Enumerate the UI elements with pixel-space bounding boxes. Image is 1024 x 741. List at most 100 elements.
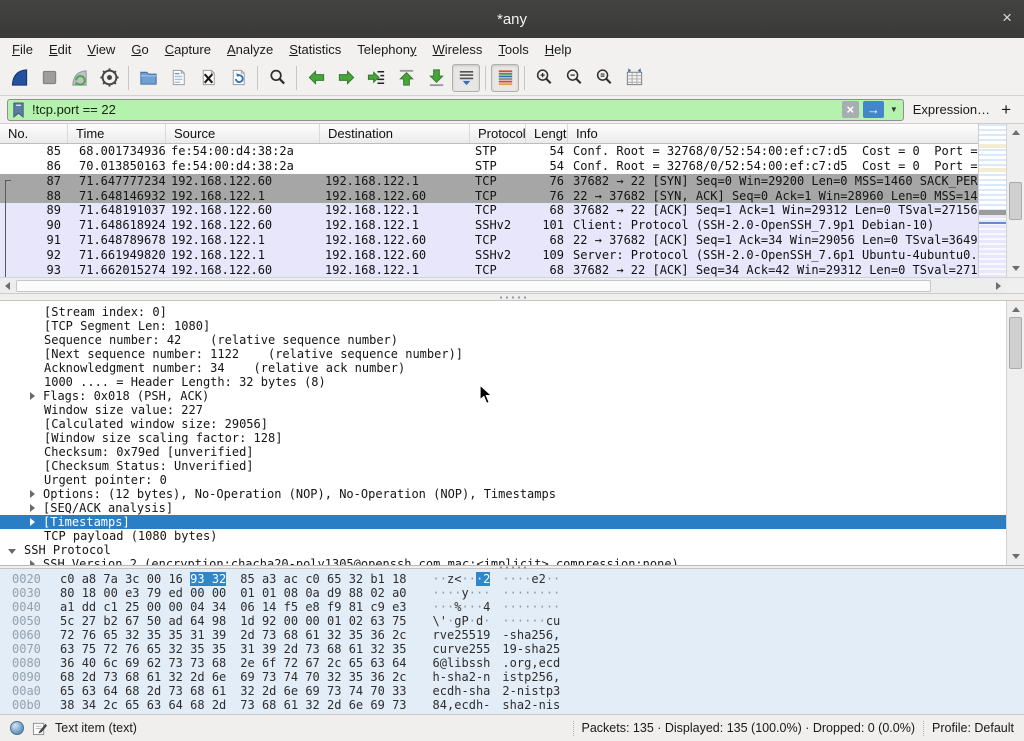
pane-splitter-top[interactable] bbox=[0, 293, 1024, 301]
hex-row[interactable]: 008036 40 6c 69 62 73 73 682e 6f 72 67 2… bbox=[0, 656, 1024, 670]
profile-label[interactable]: Profile: Default bbox=[932, 721, 1014, 735]
scroll-down-icon[interactable] bbox=[1007, 550, 1024, 564]
scroll-up-icon[interactable] bbox=[1007, 302, 1024, 316]
title-bar[interactable]: *any × bbox=[0, 0, 1024, 38]
scroll-down-icon[interactable] bbox=[1007, 262, 1024, 276]
zoom-original-button[interactable] bbox=[590, 64, 618, 92]
reload-file-button[interactable] bbox=[224, 64, 252, 92]
expand-arrow-icon[interactable] bbox=[30, 490, 35, 498]
hex-row[interactable]: 003080 18 00 e3 79 ed 00 0001 01 08 0a d… bbox=[0, 586, 1024, 600]
column-header-info[interactable]: Info bbox=[568, 124, 978, 143]
packet-row[interactable]: 8670.013850163fe:54:00:d4:38:2aSTP54Conf… bbox=[0, 159, 978, 174]
column-header-len[interactable]: Length bbox=[526, 124, 568, 143]
go-back-button[interactable] bbox=[302, 64, 330, 92]
packet-row[interactable]: 8771.647777234192.168.122.60192.168.122.… bbox=[0, 174, 978, 189]
detail-line[interactable]: SSH Version 2 (encryption:chacha20-poly1… bbox=[0, 557, 1006, 565]
stop-capture-button[interactable] bbox=[35, 64, 63, 92]
menu-go[interactable]: Go bbox=[123, 40, 156, 59]
hex-row[interactable]: 00a065 63 64 68 2d 73 68 6132 2d 6e 69 7… bbox=[0, 684, 1024, 698]
packet-list-vscrollbar[interactable] bbox=[1006, 124, 1024, 277]
detail-line[interactable]: SSH Protocol bbox=[0, 543, 1006, 557]
filter-history-dropdown-icon[interactable]: ▼ bbox=[888, 105, 900, 114]
menu-file[interactable]: File bbox=[4, 40, 41, 59]
detail-line[interactable]: [Next sequence number: 1122 (relative se… bbox=[0, 347, 1006, 361]
go-first-button[interactable] bbox=[392, 64, 420, 92]
column-header-time[interactable]: Time bbox=[68, 124, 166, 143]
packet-row[interactable]: 9171.648789678192.168.122.1192.168.122.6… bbox=[0, 233, 978, 248]
expand-arrow-icon[interactable] bbox=[30, 560, 35, 565]
packet-row[interactable]: 9371.662015274192.168.122.60192.168.122.… bbox=[0, 262, 978, 277]
detail-line[interactable]: [Window size scaling factor: 128] bbox=[0, 431, 1006, 445]
detail-line[interactable]: Window size value: 227 bbox=[0, 403, 1006, 417]
scroll-up-icon[interactable] bbox=[1007, 125, 1024, 139]
expert-info-icon[interactable] bbox=[10, 721, 24, 735]
packet-row[interactable]: 8568.001734936fe:54:00:d4:38:2aSTP54Conf… bbox=[0, 144, 978, 159]
go-to-packet-button[interactable] bbox=[362, 64, 390, 92]
scrollbar-thumb[interactable] bbox=[1009, 182, 1022, 220]
detail-line[interactable]: Urgent pointer: 0 bbox=[0, 473, 1006, 487]
detail-line[interactable]: Flags: 0x018 (PSH, ACK) bbox=[0, 389, 1006, 403]
packet-row[interactable]: 9071.648618924192.168.122.60192.168.122.… bbox=[0, 218, 978, 233]
close-file-button[interactable] bbox=[194, 64, 222, 92]
detail-line[interactable]: [Calculated window size: 29056] bbox=[0, 417, 1006, 431]
column-header-no[interactable]: No. bbox=[0, 124, 68, 143]
menu-edit[interactable]: Edit bbox=[41, 40, 79, 59]
capture-comment-icon[interactable] bbox=[32, 721, 47, 736]
clear-filter-icon[interactable]: × bbox=[842, 101, 859, 118]
column-header-proto[interactable]: Protocol bbox=[470, 124, 526, 143]
packet-list-hscrollbar[interactable] bbox=[0, 277, 1006, 293]
detail-line[interactable]: Sequence number: 42 (relative sequence n… bbox=[0, 333, 1006, 347]
zoom-out-button[interactable] bbox=[560, 64, 588, 92]
find-packet-button[interactable] bbox=[263, 64, 291, 92]
hex-row[interactable]: 00b038 34 2c 65 63 64 68 2d73 68 61 32 2… bbox=[0, 698, 1024, 712]
packet-row[interactable]: 8871.648146932192.168.122.1192.168.122.6… bbox=[0, 188, 978, 203]
expand-arrow-icon[interactable] bbox=[30, 518, 35, 526]
colorize-button[interactable] bbox=[491, 64, 519, 92]
go-forward-button[interactable] bbox=[332, 64, 360, 92]
scrollbar-thumb[interactable] bbox=[1009, 317, 1022, 369]
details-vscrollbar[interactable] bbox=[1006, 301, 1024, 565]
menu-telephony[interactable]: Telephony bbox=[349, 40, 424, 59]
filter-expression-text[interactable]: !tcp.port == 22 bbox=[30, 102, 838, 117]
detail-line[interactable]: [TCP Segment Len: 1080] bbox=[0, 319, 1006, 333]
zoom-in-button[interactable] bbox=[530, 64, 558, 92]
open-file-button[interactable] bbox=[134, 64, 162, 92]
menu-statistics[interactable]: Statistics bbox=[281, 40, 349, 59]
restart-capture-button[interactable] bbox=[65, 64, 93, 92]
apply-filter-icon[interactable]: → bbox=[863, 101, 884, 118]
display-filter-input[interactable]: !tcp.port == 22 × → ▼ bbox=[7, 99, 904, 121]
scroll-left-icon[interactable] bbox=[0, 279, 14, 293]
hex-row[interactable]: 007063 75 72 76 65 32 35 3531 39 2d 73 6… bbox=[0, 642, 1024, 656]
detail-line[interactable]: Checksum: 0x79ed [unverified] bbox=[0, 445, 1006, 459]
menu-capture[interactable]: Capture bbox=[157, 40, 219, 59]
column-header-dst[interactable]: Destination bbox=[320, 124, 470, 143]
detail-line[interactable]: Acknowledgment number: 34 (relative ack … bbox=[0, 361, 1006, 375]
detail-line[interactable]: [Timestamps] bbox=[0, 515, 1006, 529]
close-icon[interactable]: × bbox=[1002, 8, 1012, 28]
collapse-arrow-icon[interactable] bbox=[8, 549, 16, 554]
capture-options-button[interactable] bbox=[95, 64, 123, 92]
scroll-right-icon[interactable] bbox=[992, 279, 1006, 293]
detail-line[interactable]: 1000 .... = Header Length: 32 bytes (8) bbox=[0, 375, 1006, 389]
hscrollbar-thumb[interactable] bbox=[16, 280, 931, 292]
expand-arrow-icon[interactable] bbox=[30, 392, 35, 400]
detail-line[interactable]: Options: (12 bytes), No-Operation (NOP),… bbox=[0, 487, 1006, 501]
packet-row[interactable]: 8971.648191037192.168.122.60192.168.122.… bbox=[0, 203, 978, 218]
menu-help[interactable]: Help bbox=[537, 40, 580, 59]
resize-columns-button[interactable] bbox=[620, 64, 648, 92]
expression-button[interactable]: Expression… bbox=[911, 102, 992, 117]
detail-line[interactable]: TCP payload (1080 bytes) bbox=[0, 529, 1006, 543]
detail-line[interactable]: [Stream index: 0] bbox=[0, 305, 1006, 319]
column-header-src[interactable]: Source bbox=[166, 124, 320, 143]
menu-tools[interactable]: Tools bbox=[490, 40, 536, 59]
expand-arrow-icon[interactable] bbox=[30, 504, 35, 512]
go-last-button[interactable] bbox=[422, 64, 450, 92]
hex-row[interactable]: 006072 76 65 32 35 35 31 392d 73 68 61 3… bbox=[0, 628, 1024, 642]
auto-scroll-button[interactable] bbox=[452, 64, 480, 92]
packet-row[interactable]: 9271.661949820192.168.122.1192.168.122.6… bbox=[0, 247, 978, 262]
menu-view[interactable]: View bbox=[79, 40, 123, 59]
save-file-button[interactable] bbox=[164, 64, 192, 92]
detail-line[interactable]: [SEQ/ACK analysis] bbox=[0, 501, 1006, 515]
add-filter-button[interactable]: + bbox=[999, 100, 1017, 120]
hex-row[interactable]: 009068 2d 73 68 61 32 2d 6e69 73 74 70 3… bbox=[0, 670, 1024, 684]
